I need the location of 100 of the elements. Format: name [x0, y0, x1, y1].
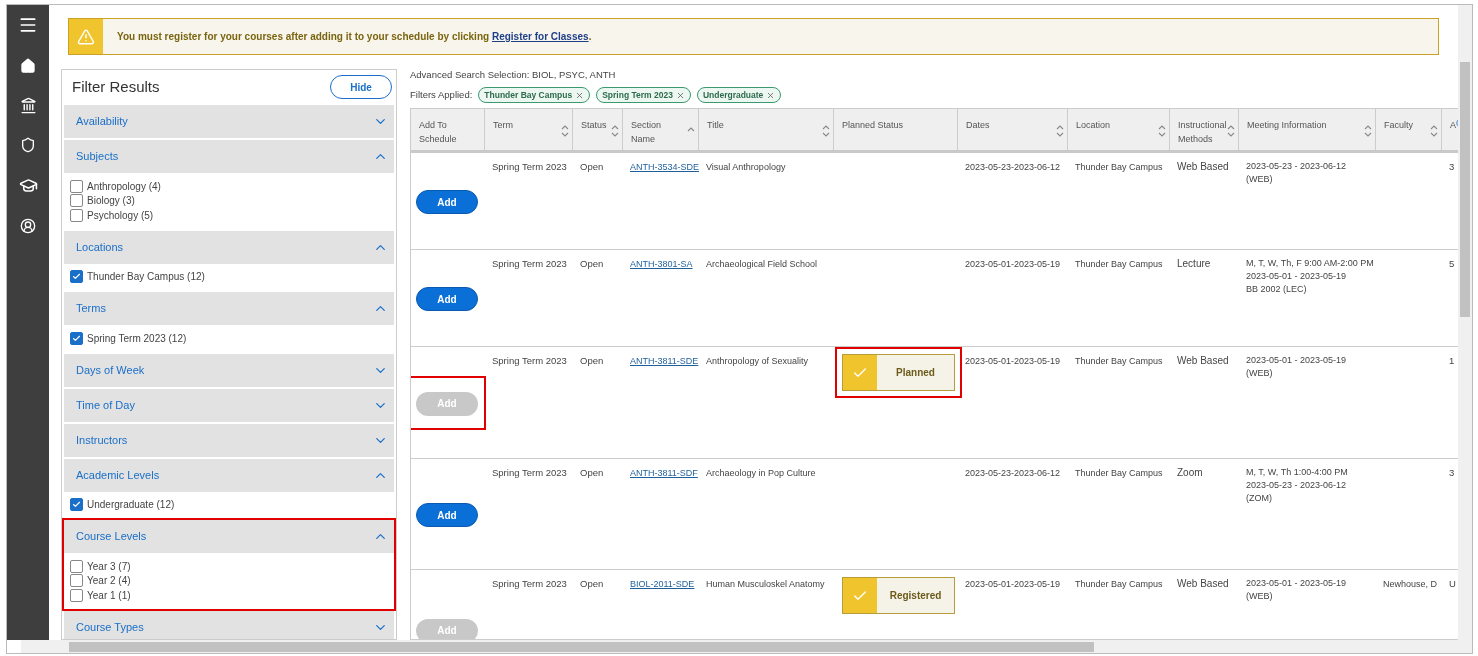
meeting-info-line: (ZOM)	[1246, 492, 1273, 506]
status-text: Open	[580, 355, 604, 367]
location-text: Thunder Bay Campus	[1075, 356, 1163, 367]
section-link[interactable]: ANTH-3811-SDF	[630, 468, 698, 479]
meeting-info-line: (WEB)	[1246, 173, 1274, 187]
status-text: Open	[580, 578, 604, 590]
dates-text: 2023-05-23-2023-06-12	[965, 468, 1061, 479]
add-button[interactable]: Add	[416, 190, 478, 214]
title-text: Archaeology in Pop Culture	[706, 468, 816, 479]
section-link[interactable]: ANTH-3801-SA	[630, 259, 693, 270]
filter-group-header[interactable]: Subjects	[64, 140, 394, 173]
checkbox[interactable]	[70, 270, 83, 284]
option-label: Year 2 (4)	[87, 574, 131, 589]
check-icon	[72, 333, 81, 343]
method-text: Web Based	[1177, 355, 1229, 367]
register-link[interactable]: Register for Classes	[491, 31, 589, 42]
sort-icon[interactable]	[1430, 124, 1438, 139]
section-link[interactable]: BIOL-2011-SDE	[630, 579, 695, 590]
column-header: Dates	[966, 119, 990, 133]
term-text: Spring Term 2023	[492, 467, 567, 479]
option-label: Year 3 (7)	[87, 559, 131, 574]
sort-icon[interactable]	[1364, 124, 1372, 139]
cell-text: U	[1449, 578, 1456, 590]
filter-group-title: Days of Week	[76, 362, 145, 378]
meeting-info-line: (WEB)	[1246, 590, 1274, 604]
filter-group-title: Course Types	[76, 619, 144, 635]
filter-group-header[interactable]: Academic Levels	[64, 458, 394, 492]
checkbox[interactable]	[70, 194, 83, 208]
filter-chip[interactable]: Undergraduate	[696, 87, 782, 104]
bank-icon[interactable]	[19, 97, 37, 114]
vertical-scrollbar[interactable]	[1458, 5, 1472, 640]
checkbox[interactable]	[70, 208, 83, 222]
filter-group-header[interactable]: Time of Day	[64, 388, 394, 422]
filter-group-header[interactable]: Course Types	[64, 610, 394, 639]
filter-group-title: Time of Day	[76, 397, 135, 413]
checkbox[interactable]	[70, 498, 83, 512]
cell-text: 5	[1449, 258, 1455, 270]
home-icon[interactable]	[20, 58, 36, 74]
column-header: A	[1450, 119, 1456, 133]
filter-group-title: Instructors	[76, 432, 128, 448]
check-icon	[72, 500, 81, 510]
cell-text: 1	[1449, 355, 1455, 367]
chip-label: Undergraduate	[702, 88, 764, 102]
section-link[interactable]: ANTH-3811-SDE	[630, 356, 699, 367]
filter-group-header[interactable]: Availability	[64, 105, 394, 138]
meeting-info-line: BB 2002 (LEC)	[1246, 283, 1308, 297]
sort-icon[interactable]	[822, 124, 830, 139]
checkbox[interactable]	[70, 559, 83, 573]
graduation-cap-icon[interactable]	[18, 176, 38, 195]
filter-chip[interactable]: Spring Term 2023	[596, 87, 691, 104]
shield-icon[interactable]	[20, 137, 36, 153]
meeting-info-line: (WEB)	[1246, 367, 1274, 381]
user-icon[interactable]	[20, 218, 36, 234]
checkbox[interactable]	[70, 574, 83, 588]
meeting-info-line: M, T, W, Th 1:00-4:00 PM	[1246, 466, 1349, 480]
sort-icon[interactable]	[611, 124, 619, 139]
location-text: Thunder Bay Campus	[1075, 162, 1163, 173]
column-header: Title	[707, 119, 724, 133]
remove-icon[interactable]	[766, 90, 776, 100]
remove-icon[interactable]	[575, 90, 585, 100]
filter-group-title: Availability	[76, 114, 128, 130]
method-text: Web Based	[1177, 161, 1229, 173]
filter-group-header[interactable]: Terms	[64, 292, 394, 325]
menu-icon[interactable]	[18, 15, 38, 35]
sort-icon[interactable]	[1158, 124, 1166, 139]
column-header: Faculty	[1384, 119, 1413, 133]
filter-chip[interactable]: Thunder Bay Campus	[478, 87, 591, 104]
meeting-info-line: 2023-05-01 - 2023-05-19	[1246, 270, 1348, 284]
meeting-info-line: 2023-05-23 - 2023-06-12	[1246, 479, 1348, 493]
sort-icon[interactable]	[561, 124, 569, 139]
warning-message: You must register for your courses after adding it to your schedule by clicking Register for Classes.	[117, 30, 592, 44]
checkbox[interactable]	[70, 331, 83, 345]
checkbox[interactable]	[70, 588, 83, 602]
sort-icon[interactable]	[687, 126, 695, 133]
column-header: Instructional Methods	[1178, 119, 1227, 147]
filter-group-title: Locations	[76, 239, 124, 255]
section-link[interactable]: ANTH-3534-SDE	[630, 162, 700, 173]
status-label: Registered	[889, 589, 942, 604]
remove-icon[interactable]	[675, 90, 685, 100]
sort-icon[interactable]	[1227, 124, 1235, 139]
title-text: Human Musculoskel Anatomy	[706, 579, 825, 590]
panel-title: Filter Results	[72, 76, 160, 97]
checkbox[interactable]	[70, 179, 83, 193]
title-text: Visual Anthropology	[706, 162, 786, 173]
dates-text: 2023-05-23-2023-06-12	[965, 162, 1061, 173]
scrollbar-thumb[interactable]	[1460, 62, 1470, 317]
filter-group-header[interactable]: Locations	[64, 230, 394, 264]
column-header: Status	[581, 119, 607, 133]
dates-text: 2023-05-01-2023-05-19	[965, 579, 1061, 590]
horizontal-scrollbar[interactable]	[21, 640, 1472, 653]
filter-group-header[interactable]: Instructors	[64, 423, 394, 457]
status-text: Open	[580, 258, 604, 270]
sort-icon[interactable]	[1056, 124, 1064, 139]
scrollbar-thumb[interactable]	[69, 641, 1094, 652]
add-button[interactable]: Add	[416, 287, 478, 311]
filter-group-header[interactable]: Days of Week	[64, 353, 394, 387]
cell-text: 3	[1449, 467, 1455, 479]
add-button[interactable]: Add	[416, 503, 478, 527]
filter-group-header[interactable]: Course Levels	[64, 520, 394, 553]
status-text: Open	[580, 467, 604, 479]
